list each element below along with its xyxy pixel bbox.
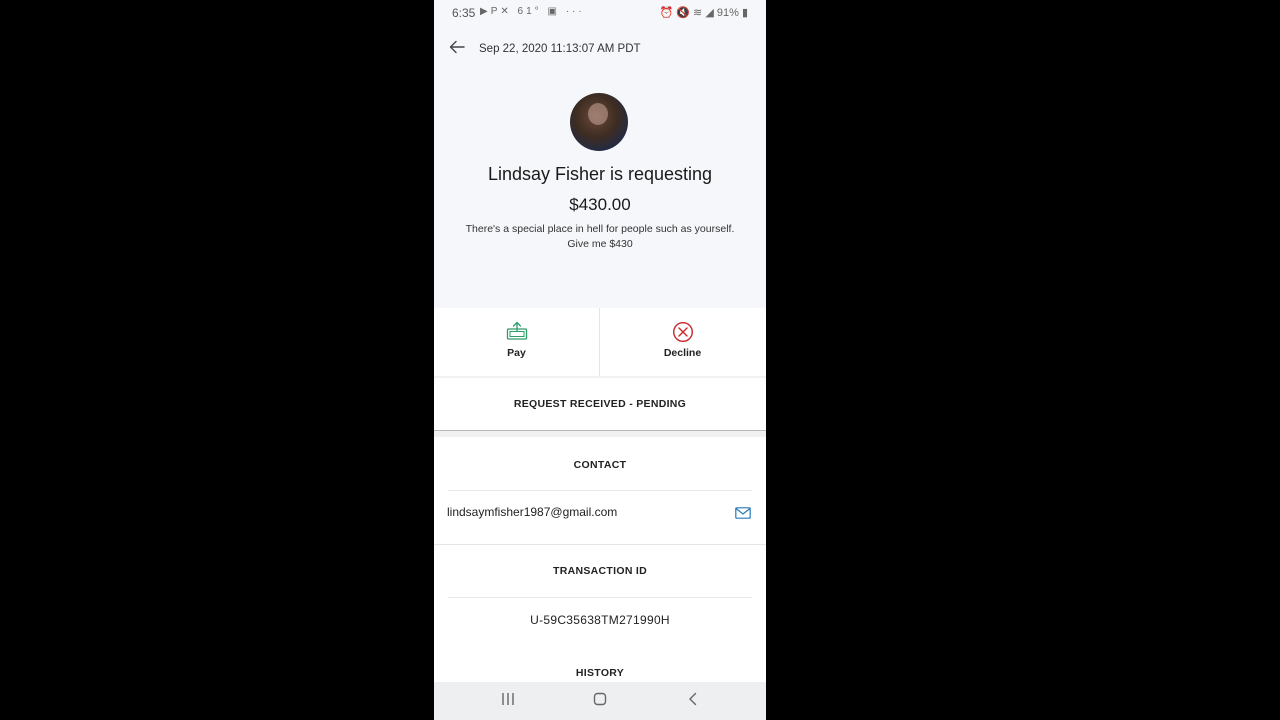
- decline-icon: [672, 321, 694, 343]
- signal-icon: ◢: [705, 7, 714, 19]
- youtube-icon: ▶: [480, 6, 491, 17]
- temperature: 61°: [517, 6, 542, 17]
- android-nav-bar: [434, 682, 766, 720]
- alarm-icon: ⏰: [659, 7, 674, 19]
- status-bar: 6:35 ▶P✕ 61° ▣ ··· ⏰ 🔇 ≋ ◢ 91% ▮: [434, 0, 766, 26]
- decline-label: Decline: [663, 347, 702, 359]
- contact-email[interactable]: lindsaymfisher1987@gmail.com: [447, 505, 617, 519]
- home-icon[interactable]: [593, 692, 607, 706]
- notification-icons: ▶P✕ 61° ▣ ···: [480, 6, 585, 17]
- action-bar: Pay Decline: [434, 308, 766, 376]
- request-datetime: Sep 22, 2020 11:13:07 AM PDT: [479, 43, 641, 55]
- paypal-icon: P: [490, 6, 501, 17]
- request-header: Sep 22, 2020 11:13:07 AM PDT Lindsay Fis…: [434, 26, 766, 308]
- request-note-line: There's a special place in hell for peop…: [465, 223, 735, 235]
- pay-label: Pay: [507, 347, 526, 359]
- more-icon: ···: [565, 6, 585, 17]
- avatar: [570, 93, 628, 151]
- gallery-icon: ▣: [547, 6, 560, 17]
- history-section: HISTORY: [434, 640, 766, 682]
- contact-section: CONTACT lindsaymfisher1987@gmail.com: [434, 437, 766, 543]
- mail-icon[interactable]: [735, 507, 751, 519]
- avatar-face: [588, 103, 608, 125]
- request-title: Lindsay Fisher is requesting: [487, 164, 713, 184]
- request-amount: $430.00: [569, 195, 631, 214]
- wifi-icon: ≋: [693, 7, 703, 19]
- pay-icon: [506, 321, 528, 340]
- transaction-heading: TRANSACTION ID: [552, 565, 648, 577]
- mute-icon: 🔇: [676, 7, 690, 19]
- divider: [448, 597, 752, 598]
- battery-icon: ▮: [741, 7, 748, 19]
- transaction-section: TRANSACTION ID U-59C35638TM271990H: [434, 544, 766, 641]
- history-heading: HISTORY: [575, 667, 625, 679]
- system-icons: ⏰ 🔇 ≋ ◢ 91% ▮: [660, 6, 749, 19]
- request-status: REQUEST RECEIVED - PENDING: [434, 378, 766, 431]
- battery-level: 91%: [716, 7, 739, 19]
- request-note-line: Give me $430: [567, 238, 633, 250]
- back-arrow-icon[interactable]: [448, 38, 466, 56]
- request-note: There's a special place in hell for peop…: [450, 222, 750, 252]
- contact-heading: CONTACT: [573, 459, 627, 471]
- recent-apps-icon[interactable]: [501, 692, 515, 706]
- transaction-id: U-59C35638TM271990H: [530, 613, 670, 627]
- phone-screen: 6:35 ▶P✕ 61° ▣ ··· ⏰ 🔇 ≋ ◢ 91% ▮ Sep 22,…: [434, 0, 766, 720]
- divider: [448, 490, 752, 491]
- status-label: REQUEST RECEIVED - PENDING: [513, 398, 687, 410]
- back-nav-icon[interactable]: [686, 692, 700, 706]
- status-time: 6:35: [452, 6, 476, 20]
- decline-button[interactable]: Decline: [600, 308, 765, 376]
- app-icon: ✕: [500, 6, 512, 17]
- pay-button[interactable]: Pay: [434, 308, 599, 376]
